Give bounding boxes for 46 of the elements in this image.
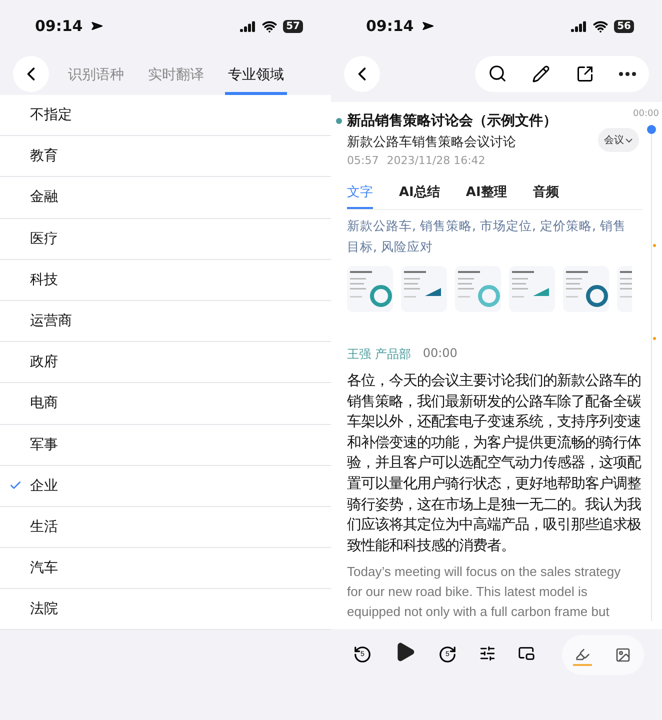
status-time: 09:14 — [35, 17, 83, 35]
timeline-time: 00:00 — [633, 109, 659, 119]
keywords: 新款公路车, 销售策略, 市场定位, 定价策略, 销售目标, 风险应对 — [347, 217, 628, 256]
document-subtitle: 新款公路车销售策略会议讨论 — [347, 134, 516, 151]
domain-option[interactable]: 运营商 — [30, 312, 72, 330]
translation-text: Today’s meeting will focus on the sales strategy for our new road bike. This latest model is equipped not only with a full carbon frame but — [347, 563, 622, 622]
tab[interactable]: AI整理 — [466, 181, 507, 209]
date-time: 2023/11/28 16:42 — [386, 154, 486, 167]
search-icon — [488, 64, 507, 83]
pencil-icon — [532, 64, 550, 82]
category-tag[interactable]: 会议 — [598, 128, 639, 152]
domain-option[interactable]: 军事 — [30, 436, 58, 454]
signal-icon — [571, 20, 588, 32]
duration: 05:57 — [347, 154, 379, 167]
signal-icon — [240, 20, 256, 32]
chevron-down-icon — [625, 136, 633, 144]
domain-option[interactable]: 医疗 — [30, 230, 58, 248]
more-icon — [619, 72, 636, 76]
tab[interactable]: 文字 — [347, 181, 373, 209]
tab[interactable]: AI总结 — [399, 181, 440, 209]
document-title: 新品销售策略讨论会（示例文件） — [347, 112, 557, 130]
speaker-name: 王强 产品部 — [347, 346, 411, 363]
timeline-marker[interactable] — [646, 125, 656, 134]
domain-option[interactable]: 法院 — [30, 600, 58, 618]
battery-level: 57 — [283, 20, 303, 32]
wifi-icon — [593, 18, 608, 34]
back-button[interactable] — [344, 56, 380, 92]
more-button[interactable] — [617, 70, 638, 78]
domain-option[interactable]: 教育 — [30, 147, 58, 166]
timestamp: 00:00 — [422, 346, 458, 362]
domain-option[interactable]: 政府 — [30, 353, 58, 372]
domain-option[interactable]: 企业 — [30, 476, 58, 495]
domain-option[interactable]: 生活 — [30, 518, 58, 536]
back-button[interactable] — [13, 56, 49, 92]
share-icon — [576, 64, 594, 82]
domain-option[interactable]: 科技 — [30, 270, 58, 289]
wifi-icon — [262, 18, 278, 34]
domain-option[interactable]: 电商 — [30, 394, 58, 412]
transcript-text: 各位，今天的会议主要讨论我们的新款公路车的销售策略，我们最新研发的公路车除了配备全碳车架以外，还配套电子变速系统，支持序列变速和补偿变速的功能，为客户提供更流畅的骑行体验，并且客户可以选配空气动力传感器，这项配置可以量化用户骑行状态，更好地帮助客户调整骑行姿势，这在市场上是独一无二的。我认为我们应该将其定位为中高端产品，吸引那些追求极致性能和科技感的消费者。 — [347, 372, 641, 556]
status-dot — [336, 118, 342, 124]
domain-option[interactable]: 金融 — [30, 188, 58, 206]
domain-option[interactable]: 不指定 — [30, 106, 72, 124]
battery-level: 56 — [614, 20, 634, 32]
tab[interactable]: 音频 — [532, 181, 559, 209]
domain-option[interactable]: 汽车 — [30, 559, 58, 578]
status-time: 09:14 — [366, 17, 414, 35]
